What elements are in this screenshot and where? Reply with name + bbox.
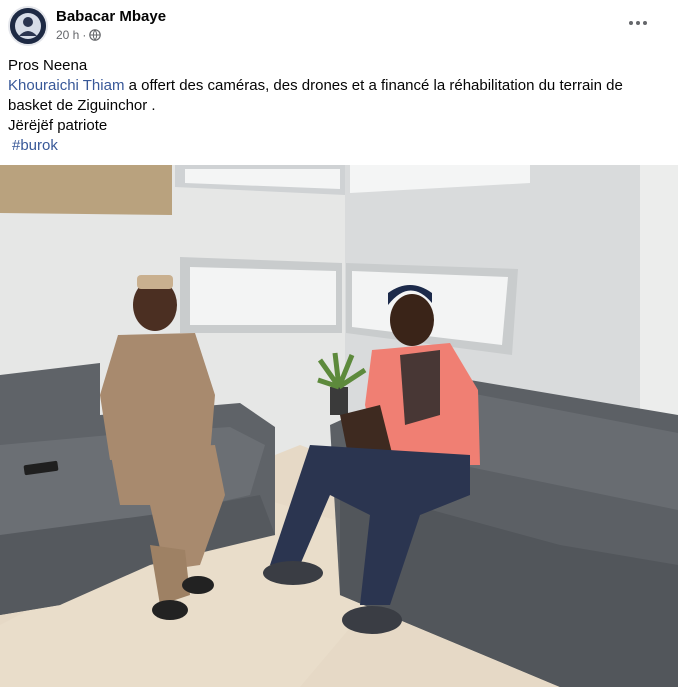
facebook-post: Babacar Mbaye 20 h · Pros Neena Khouraic… xyxy=(0,0,678,687)
globe-icon[interactable] xyxy=(89,29,102,41)
ellipsis-dot xyxy=(629,21,633,25)
post-photo[interactable] xyxy=(0,165,678,687)
avatar-image xyxy=(10,8,46,44)
post-text: Pros Neena Khouraichi Thiam a offert des… xyxy=(8,56,648,156)
mention-link[interactable]: Khouraichi Thiam xyxy=(8,77,124,94)
author-name[interactable]: Babacar Mbaye xyxy=(56,8,166,25)
post-text-line: Jërëjëf patriote xyxy=(8,117,108,134)
post-text-line: Pros Neena xyxy=(8,57,88,74)
author-avatar[interactable] xyxy=(8,6,48,46)
ellipsis-dot xyxy=(643,21,647,25)
meta-separator: · xyxy=(82,28,87,42)
post-timestamp[interactable]: 20 h xyxy=(56,28,79,42)
ellipsis-icon[interactable] xyxy=(624,12,652,34)
hashtag-link[interactable]: #burok xyxy=(8,137,58,154)
photo-two-men-on-sofas xyxy=(0,165,678,687)
ellipsis-dot xyxy=(636,21,640,25)
post-meta: 20 h · xyxy=(56,28,102,42)
post-text-paragraph: Khouraichi Thiam a offert des caméras, d… xyxy=(8,76,648,116)
